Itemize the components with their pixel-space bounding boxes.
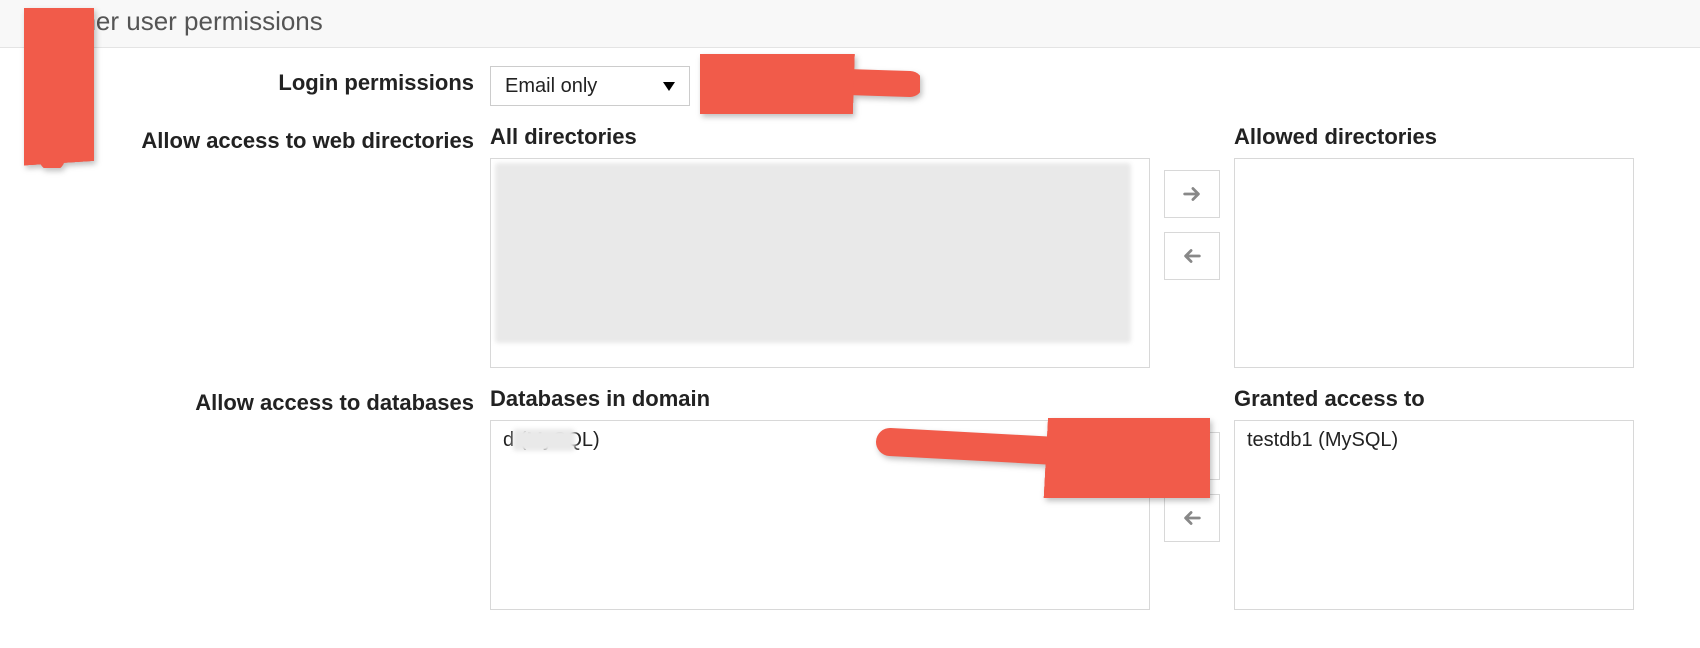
list-item[interactable]: d (MySQL) <box>493 423 1147 458</box>
all-directories-listbox[interactable] <box>490 158 1150 368</box>
chevron-down-icon <box>663 82 675 91</box>
arrow-right-icon <box>1181 183 1203 205</box>
row-login-permissions: Login permissions Email only <box>0 66 1700 106</box>
section-title: Other user permissions <box>54 6 323 37</box>
web-directories-dual-list: All directories Allowed direc <box>490 124 1634 368</box>
databases-label: Allow access to databases <box>0 386 490 416</box>
databases-domain-heading: Databases in domain <box>490 386 1150 412</box>
move-right-button[interactable] <box>1164 432 1220 480</box>
chevron-down-icon <box>24 16 42 27</box>
redacted-block <box>513 429 575 451</box>
row-web-directories: Allow access to web directories All dire… <box>0 124 1700 368</box>
granted-access-listbox[interactable]: testdb1 (MySQL) <box>1234 420 1634 610</box>
databases-dual-list: Databases in domain d (MySQL) <box>490 386 1634 610</box>
all-directories-heading: All directories <box>490 124 1150 150</box>
redacted-block <box>495 163 1131 343</box>
databases-domain-listbox[interactable]: d (MySQL) <box>490 420 1150 610</box>
move-left-button[interactable] <box>1164 232 1220 280</box>
granted-access-heading: Granted access to <box>1234 386 1634 412</box>
section-header[interactable]: Other user permissions <box>0 0 1700 48</box>
list-item[interactable]: testdb1 (MySQL) <box>1237 423 1631 458</box>
web-directories-label: Allow access to web directories <box>0 124 490 154</box>
arrow-right-icon <box>1181 445 1203 467</box>
move-right-button[interactable] <box>1164 170 1220 218</box>
move-left-button[interactable] <box>1164 494 1220 542</box>
arrow-left-icon <box>1181 507 1203 529</box>
login-permissions-select[interactable]: Email only <box>490 66 690 106</box>
login-permissions-value: Email only <box>505 75 597 98</box>
allowed-directories-heading: Allowed directories <box>1234 124 1634 150</box>
arrow-left-icon <box>1181 245 1203 267</box>
row-databases: Allow access to databases Databases in d… <box>0 386 1700 610</box>
allowed-directories-listbox[interactable] <box>1234 158 1634 368</box>
login-permissions-label: Login permissions <box>0 66 490 96</box>
